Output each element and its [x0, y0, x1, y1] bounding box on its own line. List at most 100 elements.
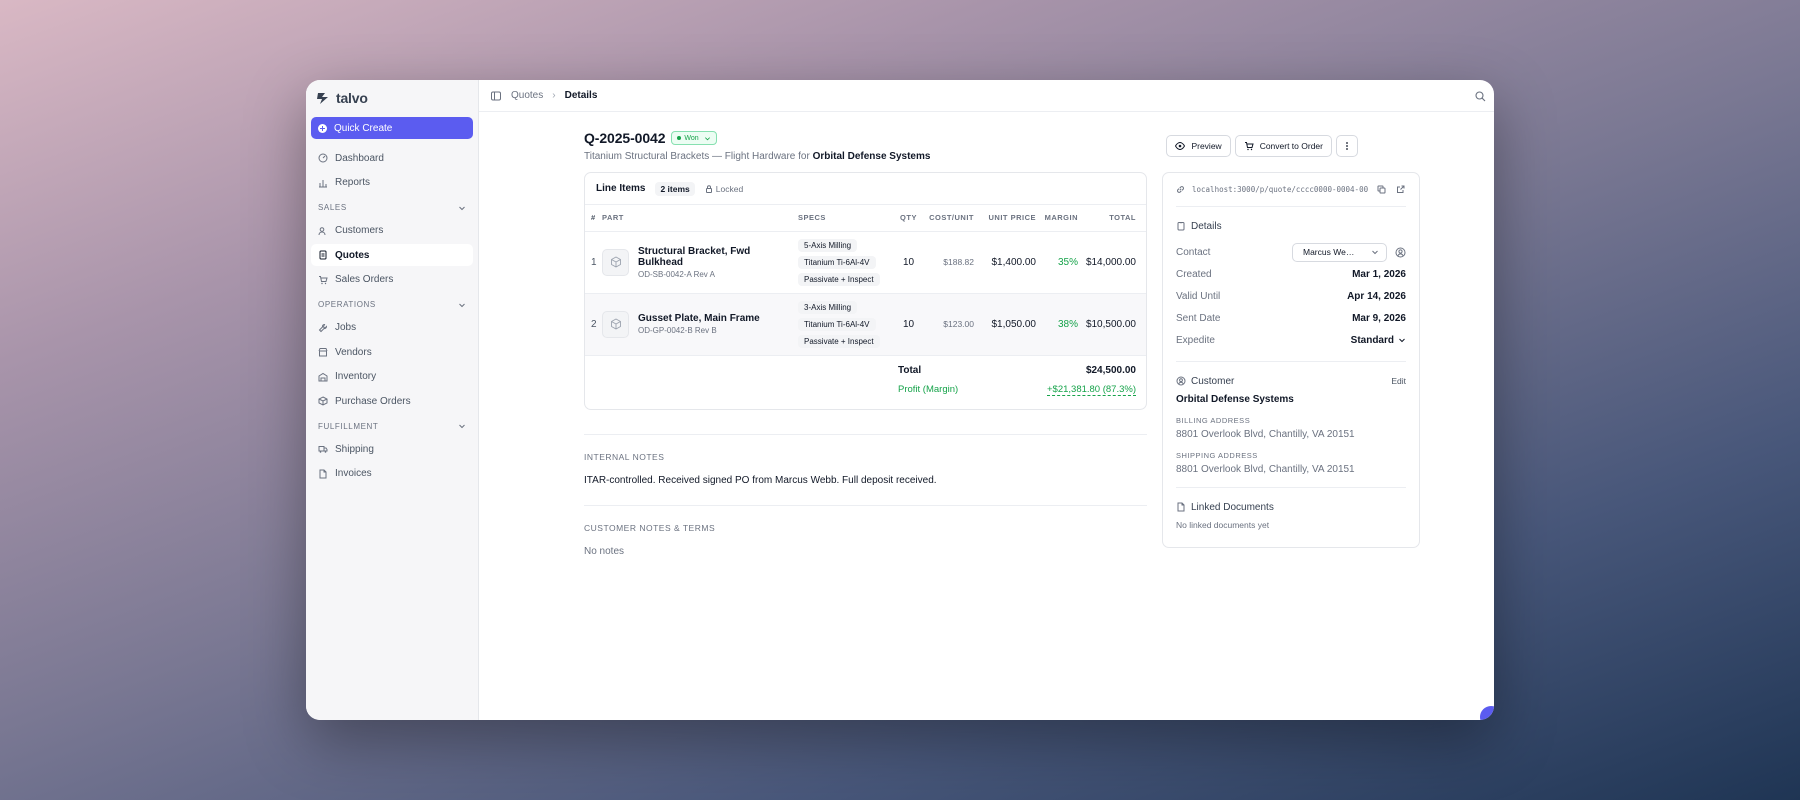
sidebar-item-jobs[interactable]: Jobs	[311, 317, 473, 339]
breadcrumb-quotes-link[interactable]: Quotes	[511, 90, 543, 101]
app-window: talvo Quick Create Dashboard Reports SAL…	[306, 80, 1494, 720]
store-icon	[318, 347, 328, 357]
convert-label: Convert to Order	[1259, 141, 1323, 151]
sidebar-item-sales-orders[interactable]: Sales Orders	[311, 269, 473, 291]
dashboard-icon	[318, 153, 328, 163]
sidebar-item-label: Invoices	[335, 468, 372, 479]
eye-icon	[1175, 141, 1186, 151]
sidebar-item-inventory[interactable]: Inventory	[311, 366, 473, 388]
locked-label: Locked	[715, 183, 744, 194]
convert-to-order-button[interactable]: Convert to Order	[1234, 135, 1332, 157]
contact-label: Contact	[1176, 246, 1211, 258]
warehouse-icon	[318, 372, 328, 382]
col-margin: MARGIN	[1036, 205, 1078, 232]
sidebar-item-label: Reports	[335, 177, 371, 188]
linked-docs-empty: No linked documents yet	[1176, 520, 1270, 530]
section-operations-toggle[interactable]: OPERATIONS	[311, 297, 473, 313]
contact-select[interactable]: Marcus We…	[1292, 242, 1387, 262]
customer-notes-text[interactable]: No notes	[584, 546, 624, 557]
col-num: #	[585, 205, 602, 232]
users-icon	[318, 226, 328, 236]
sidebar-item-purchase-orders[interactable]: Purchase Orders	[311, 390, 473, 412]
table-row[interactable]: 2 Gusset Plate, Main Frame OD-GP-0042-B …	[585, 293, 1146, 356]
bar-chart-icon	[318, 178, 328, 188]
copy-link-button[interactable]	[1375, 184, 1387, 196]
cube-icon	[610, 256, 621, 268]
spec-tag: Passivate + Inspect	[798, 334, 880, 348]
document-icon	[318, 250, 328, 260]
user-circle-icon[interactable]	[1395, 247, 1406, 258]
sidebar-item-label: Sales Orders	[335, 274, 394, 285]
sidebar: talvo Quick Create Dashboard Reports SAL…	[306, 80, 479, 720]
section-fulfillment-toggle[interactable]: FULFILLMENT	[311, 418, 473, 434]
sidebar-item-shipping[interactable]: Shipping	[311, 438, 473, 460]
clipboard-icon	[1177, 222, 1185, 231]
more-vertical-icon	[1346, 142, 1348, 150]
part-name: Gusset Plate, Main Frame	[638, 313, 760, 324]
edit-customer-button[interactable]: Edit	[1391, 376, 1406, 386]
lock-icon	[705, 184, 712, 193]
open-link-button[interactable]	[1394, 184, 1406, 196]
preview-button[interactable]: Preview	[1166, 135, 1231, 157]
row-cost: $123.00	[921, 293, 976, 356]
sidebar-item-invoices[interactable]: Invoices	[311, 463, 473, 485]
valid-until-row: Valid Until Apr 14, 2026	[1176, 285, 1406, 307]
sidebar-item-dashboard[interactable]: Dashboard	[311, 147, 473, 169]
total-row: Total $24,500.00	[836, 361, 1136, 380]
customer-notes-label: CUSTOMER NOTES & TERMS	[584, 523, 716, 533]
profit-value[interactable]: +$21,381.80 (87.3%)	[1047, 384, 1136, 396]
billing-address: 8801 Overlook Blvd, Chantilly, VA 20151	[1176, 429, 1355, 440]
more-actions-button[interactable]	[1336, 135, 1358, 157]
search-icon[interactable]	[1475, 91, 1486, 102]
logo[interactable]: talvo	[311, 88, 473, 108]
part-cell: Gusset Plate, Main Frame OD-GP-0042-B Re…	[602, 310, 798, 338]
file-icon	[318, 469, 328, 479]
subtitle-customer: Orbital Defense Systems	[812, 151, 931, 162]
sidebar-item-reports[interactable]: Reports	[311, 172, 473, 194]
chevron-down-icon	[1372, 250, 1378, 255]
part-name: Structural Bracket, Fwd Bulkhead	[638, 245, 751, 268]
truck-icon	[318, 444, 328, 454]
sidebar-toggle-icon[interactable]	[491, 91, 501, 101]
share-url[interactable]: localhost:3000/p/quote/cccc0000-0004-00…	[1192, 185, 1368, 194]
row-qty: 10	[896, 293, 921, 356]
external-link-icon	[1396, 185, 1404, 193]
total-value: $24,500.00	[1085, 365, 1136, 376]
customer-name[interactable]: Orbital Defense Systems	[1176, 394, 1406, 405]
spec-tag: Titanium Ti-6Al-4V	[798, 317, 876, 331]
quick-create-button[interactable]: Quick Create	[311, 117, 473, 139]
quick-create-label: Quick Create	[334, 122, 393, 134]
sidebar-item-vendors[interactable]: Vendors	[311, 341, 473, 363]
billing-address-label: BILLING ADDRESS	[1176, 416, 1251, 425]
sidebar-item-label: Vendors	[335, 346, 372, 358]
valid-until-value[interactable]: Apr 14, 2026	[1347, 291, 1406, 302]
line-items-title: Line Items	[596, 183, 646, 194]
chevron-right-icon: ›	[552, 90, 556, 101]
divider	[1176, 361, 1406, 362]
spec-tag: 3-Axis Milling	[798, 300, 858, 314]
section-title: SALES	[318, 203, 347, 212]
plus-circle-icon	[318, 123, 327, 133]
chevron-down-icon	[704, 136, 710, 140]
section-title: FULFILLMENT	[318, 421, 379, 431]
totals-summary: Total $24,500.00 Profit (Margin) +$21,38…	[836, 361, 1136, 399]
line-items-table: # PART SPECS QTY COST/UNIT UNIT PRICE MA…	[585, 205, 1146, 356]
row-unit-price: $1,050.00	[976, 293, 1036, 356]
sidebar-item-customers[interactable]: Customers	[311, 220, 473, 242]
section-sales-toggle[interactable]: SALES	[311, 200, 473, 216]
col-qty: QTY	[896, 205, 921, 232]
col-specs: SPECS	[798, 205, 896, 232]
status-badge[interactable]: Won	[671, 131, 717, 145]
sidebar-item-label: Shipping	[335, 443, 374, 455]
items-count-badge: 2 items	[655, 181, 695, 196]
part-number: OD-SB-0042-A Rev A	[638, 269, 715, 279]
divider	[584, 505, 1147, 506]
help-bubble-button[interactable]	[1480, 706, 1494, 720]
table-row[interactable]: 1 Structural Bracket, Fwd Bulkhead OD-SB…	[585, 231, 1146, 294]
sidebar-item-quotes[interactable]: Quotes	[311, 244, 473, 266]
internal-notes-text[interactable]: ITAR-controlled. Received signed PO from…	[584, 475, 937, 486]
status-label: Won	[684, 134, 699, 142]
sidebar-item-label: Inventory	[335, 371, 377, 382]
expedite-select[interactable]: Standard	[1351, 335, 1406, 346]
file-icon	[1177, 502, 1185, 512]
